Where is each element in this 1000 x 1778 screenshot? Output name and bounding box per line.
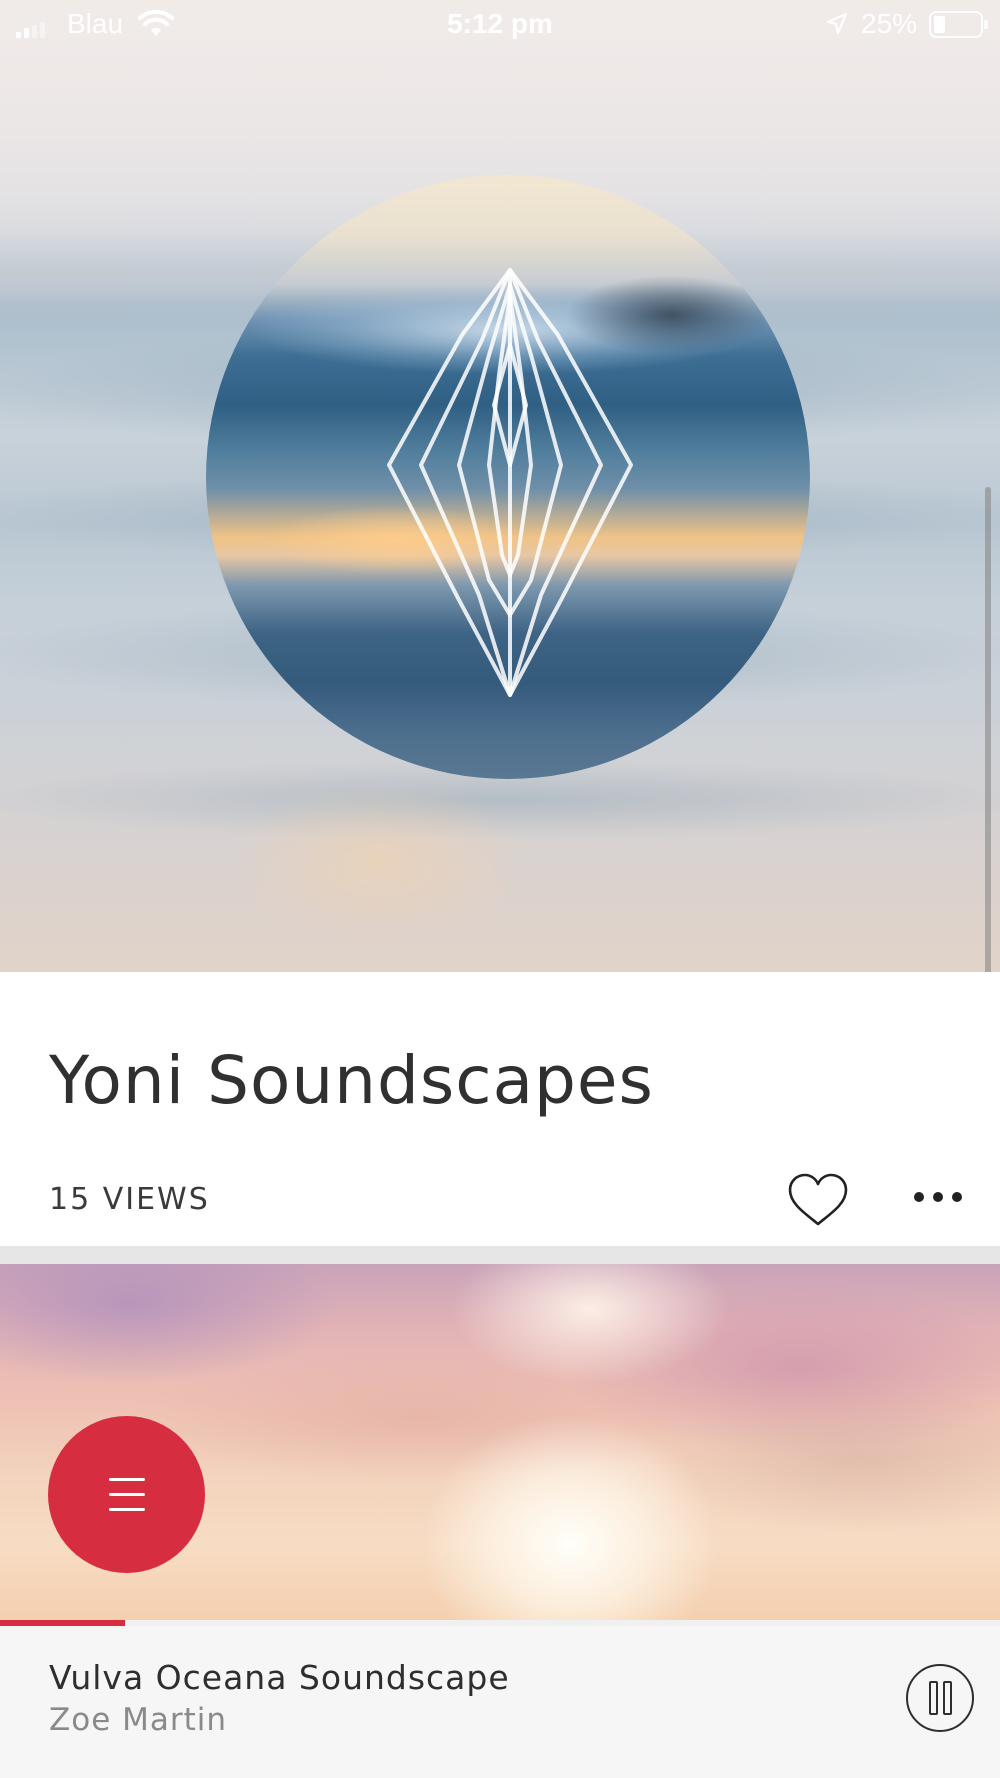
album-info: Yoni Soundscapes 15 VIEWS (0, 972, 1000, 1246)
album-title: Yoni Soundscapes (49, 1042, 654, 1119)
now-playing-bar[interactable]: Vulva Oceana Soundscape Zoe Martin (0, 1626, 1000, 1778)
favorite-button[interactable] (786, 1172, 850, 1228)
location-arrow-icon (826, 12, 848, 35)
pause-icon (928, 1681, 938, 1715)
status-bar: Blau 5:12 pm 25% (0, 0, 1000, 52)
album-artwork[interactable] (206, 175, 810, 779)
menu-button[interactable] (48, 1416, 205, 1573)
view-count: 15 VIEWS (49, 1182, 210, 1217)
battery-percent: 25% (861, 8, 918, 39)
track-artist: Zoe Martin (49, 1702, 228, 1738)
more-dots-icon (914, 1192, 924, 1202)
heart-icon (788, 1173, 848, 1226)
hero-background-image (0, 0, 1000, 972)
track-title: Vulva Oceana Soundscape (49, 1658, 510, 1697)
section-divider (0, 1246, 1000, 1264)
hamburger-menu-icon (108, 1478, 145, 1481)
clock: 5:12 pm (447, 8, 553, 39)
crystal-outline-icon (387, 268, 633, 697)
sunlight-reflection (230, 780, 530, 940)
pause-button[interactable] (906, 1664, 974, 1732)
more-options-button[interactable] (914, 1182, 962, 1212)
battery-icon (929, 11, 988, 38)
